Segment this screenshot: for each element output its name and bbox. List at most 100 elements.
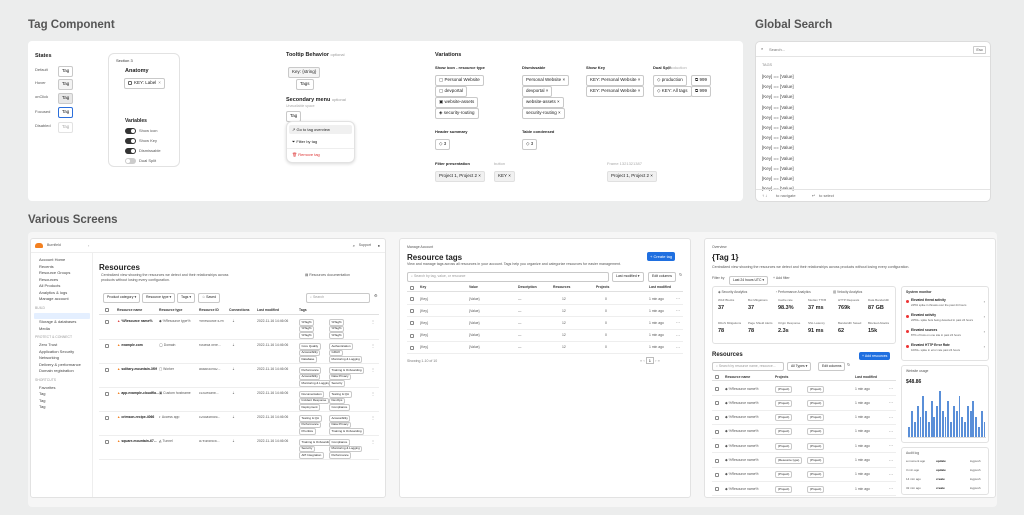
pagination-controls[interactable]: « ‹ 1 › » — [640, 357, 660, 364]
resources-doc-link[interactable]: ▤ Resources documentation — [305, 273, 350, 278]
audit-actor[interactable]: logpush — [970, 460, 981, 463]
row-checkbox[interactable] — [410, 321, 414, 326]
sidebar-item[interactable]: Application Security — [39, 349, 74, 354]
row-checkbox[interactable] — [715, 429, 719, 434]
close-icon[interactable]: × — [638, 88, 641, 93]
row-checkbox[interactable] — [410, 309, 414, 314]
row-checkbox[interactable] — [105, 368, 109, 372]
project-tag[interactable]: {Project} — [775, 471, 793, 479]
time-range-dropdown[interactable]: Last 24 hours UTC ▾ — [729, 276, 769, 286]
column-resources[interactable]: Resources — [553, 285, 570, 289]
add-resources-button[interactable]: + Add resources — [859, 352, 891, 360]
chevron-right-icon[interactable]: › — [984, 330, 985, 334]
tag-key[interactable]: {Key} — [420, 309, 428, 313]
secondary-menu-tag[interactable]: Tag — [286, 111, 302, 122]
variation-col1-tag-2[interactable]: ▢ devportal — [435, 86, 468, 97]
more-actions-icon[interactable]: ⋯ — [889, 487, 893, 491]
resource-name[interactable]: ▲ %Resource name% — [117, 319, 153, 323]
more-actions-icon[interactable]: ⋮ — [371, 416, 375, 420]
table-row[interactable]: ◆ %Resource name% {Project} {Project} 1 min… — [712, 382, 896, 397]
more-actions-icon[interactable]: ⋮ — [371, 320, 375, 324]
column-description[interactable]: Description — [518, 285, 537, 289]
row-checkbox[interactable] — [715, 458, 719, 463]
header-summary-tag[interactable]: ◇ 3 — [435, 139, 451, 150]
sidebar-item[interactable]: Recents — [39, 264, 54, 269]
variation-col2-tag-3[interactable]: website-assets × — [522, 97, 564, 108]
search-result-item[interactable]: [Key] == [Value] — [762, 125, 794, 130]
resource-name[interactable]: ▲ crimson-recipe-4066 — [117, 415, 154, 419]
search-result-item[interactable]: [Key] == [Value] — [762, 156, 794, 161]
chevron-right-icon[interactable]: › — [984, 345, 985, 349]
resource-count[interactable]: 12 — [562, 333, 566, 337]
connections-icon[interactable]: ⇣ — [232, 343, 235, 347]
toggle-dismissable[interactable] — [125, 148, 136, 154]
row-checkbox[interactable] — [410, 297, 414, 301]
row-checkbox[interactable] — [105, 344, 109, 348]
sidebar-item[interactable]: Analytics & logs — [39, 290, 67, 295]
more-actions-icon[interactable]: ⋮ — [371, 440, 375, 444]
refresh-icon[interactable]: ↻ — [847, 363, 850, 367]
search-result-item[interactable]: [Key] == [Value] — [762, 145, 794, 150]
close-icon[interactable]: × — [650, 173, 653, 178]
resource-name[interactable]: ◆ %Resource name% — [725, 401, 759, 405]
edit-columns-button[interactable]: Edit columns — [818, 362, 846, 372]
resource-name[interactable]: ◆ %Resource name% — [725, 430, 759, 433]
search-result-item[interactable]: [Key] == [Value] — [762, 166, 794, 171]
resource-tag[interactable]: Deployment — [299, 404, 321, 411]
sidebar-item[interactable]: Domain registration — [39, 368, 74, 373]
column-projects[interactable]: Projects — [596, 285, 609, 289]
column-last-modified[interactable]: Last modified — [855, 375, 877, 379]
resource-name[interactable]: ◆ %Resource name% — [725, 458, 759, 462]
project-count[interactable]: 0 — [605, 333, 607, 337]
resource-name[interactable]: ◆ %Resource name% — [725, 415, 759, 419]
alert-title[interactable]: Elevated sources — [911, 328, 937, 332]
search-result-item[interactable]: [Key] == [Value] — [762, 84, 794, 89]
table-row[interactable]: ▲ solitary-mountain-3f0f ▢ Worker a5a4b3c9… — [99, 364, 379, 388]
sidebar-item[interactable]: All Products — [39, 283, 60, 288]
resource-tag[interactable]: Prioritize — [299, 428, 316, 435]
row-checkbox[interactable] — [715, 415, 719, 420]
chevron-right-icon[interactable]: › — [984, 315, 985, 319]
filter-resource-type[interactable]: Resource type ▾ — [142, 293, 176, 303]
column-connections[interactable]: Connections — [229, 308, 250, 312]
tooltip-tag[interactable]: Tags — [296, 79, 314, 90]
breadcrumb[interactable]: Manage Account — [407, 245, 433, 250]
close-icon[interactable]: × — [562, 77, 565, 82]
resource-tag[interactable]: Compliance — [329, 404, 350, 411]
close-icon[interactable]: × — [546, 88, 549, 93]
close-icon[interactable]: × — [638, 77, 641, 82]
row-checkbox[interactable] — [105, 392, 109, 396]
filter-product-category[interactable]: Product category ▾ — [103, 293, 141, 303]
variation-col2-tag-2[interactable]: devportal × — [522, 86, 553, 97]
alert-title[interactable]: Elevated threat activity — [911, 298, 946, 302]
filter-tags[interactable]: Tags ▾ — [177, 293, 196, 303]
resource-tag[interactable]: Compliance — [329, 439, 350, 446]
tag-default[interactable]: Tag — [58, 66, 74, 77]
variation-col1-tag-4[interactable]: ◈ security-routing — [435, 108, 479, 119]
resource-tag[interactable]: %Tag% — [299, 319, 315, 326]
sidebar-item[interactable]: Tag — [39, 404, 45, 409]
more-actions-icon[interactable]: ⋯ — [889, 415, 893, 420]
sidebar-item[interactable]: Media — [39, 326, 50, 331]
column-last-modified[interactable]: Last modified — [649, 285, 671, 289]
table-row[interactable]: ▲ crimson-recipe-4066 ◐ Access app c2d3a4b… — [99, 412, 379, 436]
row-checkbox[interactable] — [715, 487, 719, 492]
table-row[interactable]: {Key} {Value} — 12 0 1 min ago ⋯ — [407, 342, 683, 354]
project-count[interactable]: 0 — [605, 297, 607, 301]
more-actions-icon[interactable]: ⋯ — [676, 321, 680, 325]
variation-col1-tag-1[interactable]: ▢ Personal Website — [435, 75, 484, 86]
audit-actor[interactable]: logpush — [970, 469, 981, 472]
variation-col2-tag-4[interactable]: security-routing × — [522, 108, 565, 119]
resource-tag[interactable]: Database — [299, 356, 317, 363]
current-page[interactable]: 1 — [645, 357, 655, 364]
resource-tag[interactable]: Monitoring & Logging — [299, 380, 333, 387]
project-tag[interactable]: {Project} — [775, 414, 793, 422]
dual-split-tag-2[interactable]: ◇ KEY: All tags — [653, 86, 692, 97]
audit-actor[interactable]: logpush — [970, 487, 981, 490]
menu-item-filter-by-tag[interactable]: ⏷ Filter by tag — [292, 140, 317, 144]
close-icon[interactable]: × — [557, 99, 560, 104]
sidebar-item[interactable]: Resource Groups — [39, 270, 70, 275]
column-resource-name[interactable]: Resource name — [117, 308, 142, 312]
more-actions-icon[interactable]: ⋯ — [676, 309, 680, 313]
select-all-checkbox[interactable] — [410, 285, 414, 290]
